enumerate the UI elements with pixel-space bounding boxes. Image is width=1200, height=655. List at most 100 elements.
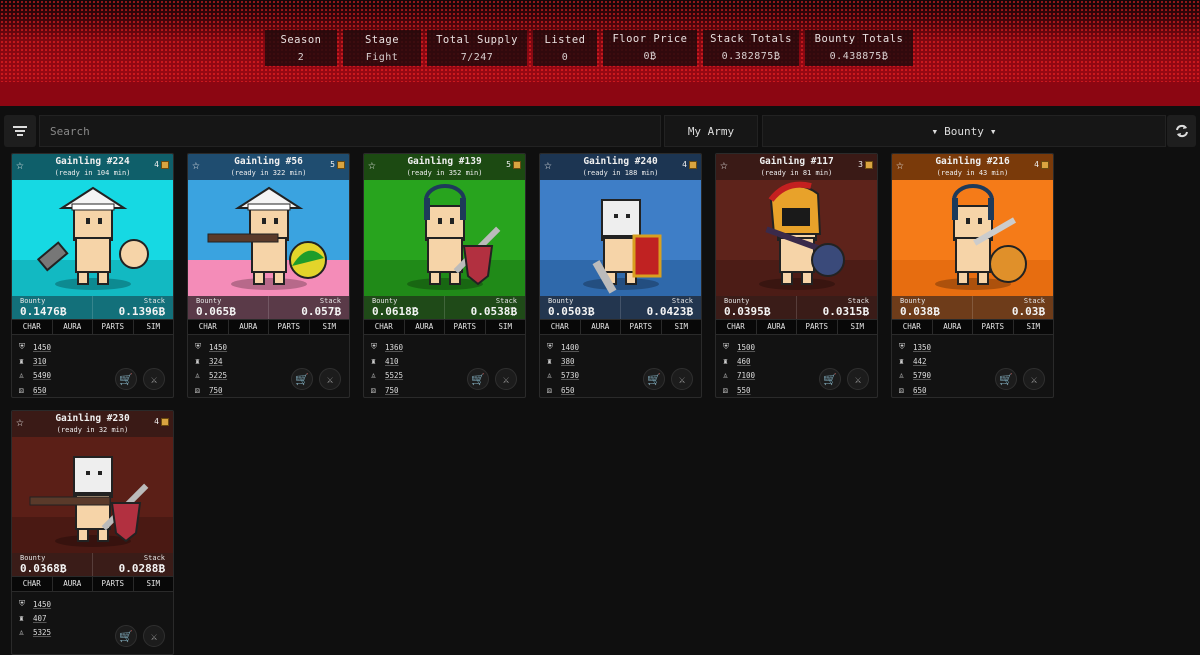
gainling-card[interactable]: ☆ Gainling #240 (ready in 188 min) 4 Bounty 0… [539, 153, 702, 398]
gainling-card[interactable]: ☆ Gainling #224 (ready in 104 min) 4 Bounty 0… [11, 153, 174, 398]
attribute-value[interactable]: 1360 [385, 343, 403, 352]
attribute-value[interactable]: 460 [737, 357, 751, 366]
battle-button[interactable]: ⚔ [671, 368, 693, 390]
tab-sim[interactable]: SIM [310, 320, 350, 334]
tab-sim[interactable]: SIM [838, 320, 878, 334]
attribute-value[interactable]: 750 [385, 386, 399, 395]
attribute-value[interactable]: 650 [913, 386, 927, 395]
attribute-value[interactable]: 7100 [737, 371, 755, 380]
attribute-value[interactable]: 550 [737, 386, 751, 395]
tab-sim[interactable]: SIM [662, 320, 702, 334]
attribute-value[interactable]: 650 [561, 386, 575, 395]
attribute-value[interactable]: 1450 [33, 600, 51, 609]
tab-aura[interactable]: AURA [933, 320, 973, 334]
search-input[interactable] [39, 115, 661, 147]
attribute-value[interactable]: 650 [33, 386, 47, 395]
tab-sim[interactable]: SIM [486, 320, 526, 334]
card-actions: 🛒 ⚔ [115, 368, 165, 390]
tab-char[interactable]: CHAR [540, 320, 581, 334]
gainling-card[interactable]: ☆ Gainling #216 (ready in 43 min) 4 Bounty 0.… [891, 153, 1054, 398]
tab-char[interactable]: CHAR [12, 320, 53, 334]
level-badge: 3 [858, 160, 873, 169]
cart-button[interactable]: 🛒 [291, 368, 313, 390]
tab-char[interactable]: CHAR [716, 320, 757, 334]
attribute-value[interactable]: 5490 [33, 371, 51, 380]
tab-aura[interactable]: AURA [405, 320, 445, 334]
tab-parts[interactable]: PARTS [797, 320, 838, 334]
tab-sim[interactable]: SIM [134, 320, 174, 334]
gainling-card[interactable]: ☆ Gainling #230 (ready in 32 min) 4 Bounty 0.… [11, 410, 174, 655]
battle-button[interactable]: ⚔ [319, 368, 341, 390]
card-tabs: CHAR AURA PARTS SIM [364, 319, 525, 335]
filter-button[interactable] [4, 115, 36, 147]
attribute-row: ♜ 410 [371, 354, 403, 368]
filter-icon [13, 126, 27, 136]
tab-sim[interactable]: SIM [1014, 320, 1054, 334]
battle-button[interactable]: ⚔ [495, 368, 517, 390]
bounty-block: Bounty 0.0618₿ [364, 296, 444, 319]
attribute-value[interactable]: 324 [209, 357, 223, 366]
attribute-value[interactable]: 750 [209, 386, 223, 395]
tab-aura[interactable]: AURA [581, 320, 621, 334]
attribute-value[interactable]: 1450 [209, 343, 227, 352]
attribute-value[interactable]: 1500 [737, 343, 755, 352]
attribute-value[interactable]: 1350 [913, 343, 931, 352]
attribute-value[interactable]: 1450 [33, 343, 51, 352]
sort-select[interactable]: ▾ Bounty ▾ [762, 115, 1166, 147]
tab-char[interactable]: CHAR [892, 320, 933, 334]
attribute-value[interactable]: 407 [33, 614, 47, 623]
tab-parts[interactable]: PARTS [445, 320, 486, 334]
tab-aura[interactable]: AURA [53, 577, 93, 591]
tab-aura[interactable]: AURA [229, 320, 269, 334]
cart-button[interactable]: 🛒 [115, 625, 137, 647]
tab-parts[interactable]: PARTS [269, 320, 310, 334]
bounty-label: Bounty [196, 297, 222, 305]
attribute-value[interactable]: 5225 [209, 371, 227, 380]
tooth-icon: ♜ [899, 357, 904, 367]
gainling-card[interactable]: ☆ Gainling #117 (ready in 81 min) 3 Bounty 0.… [715, 153, 878, 398]
battle-button[interactable]: ⚔ [847, 368, 869, 390]
battle-button[interactable]: ⚔ [143, 368, 165, 390]
attribute-value[interactable]: 5525 [385, 371, 403, 380]
power-icon: ♙ [19, 628, 24, 638]
tab-char[interactable]: CHAR [364, 320, 405, 334]
attribute-value[interactable]: 380 [561, 357, 575, 366]
tab-parts[interactable]: PARTS [93, 320, 134, 334]
attribute-value[interactable]: 1400 [561, 343, 579, 352]
refresh-button[interactable] [1167, 115, 1196, 147]
my-army-button[interactable]: My Army [664, 115, 758, 147]
card-tabs: CHAR AURA PARTS SIM [12, 319, 173, 335]
cart-button[interactable]: 🛒 [643, 368, 665, 390]
level-badge: 4 [1034, 160, 1049, 169]
tooth-icon: ♜ [547, 357, 552, 367]
gainling-card[interactable]: ☆ Gainling #56 (ready in 322 min) 5 Bounty 0.… [187, 153, 350, 398]
card-attributes: ⛨ 1400 ♜ 380 ♙ 5730 ⚄ 650 [547, 340, 579, 397]
tab-char[interactable]: CHAR [188, 320, 229, 334]
attribute-value[interactable]: 442 [913, 357, 927, 366]
cart-button[interactable]: 🛒 [995, 368, 1017, 390]
tab-char[interactable]: CHAR [12, 577, 53, 591]
bounty-value: 0.0395₿ [724, 305, 771, 318]
card-art [188, 180, 349, 296]
attribute-value[interactable]: 310 [33, 357, 47, 366]
gainling-card[interactable]: ☆ Gainling #139 (ready in 352 min) 5 Bounty 0… [363, 153, 526, 398]
cart-button[interactable]: 🛒 [467, 368, 489, 390]
tab-aura[interactable]: AURA [757, 320, 797, 334]
stat-value: 0 [561, 51, 569, 63]
attribute-value[interactable]: 5325 [33, 628, 51, 637]
tab-parts[interactable]: PARTS [973, 320, 1014, 334]
attribute-row: ♜ 442 [899, 354, 931, 368]
tab-aura[interactable]: AURA [53, 320, 93, 334]
attribute-value[interactable]: 5790 [913, 371, 931, 380]
cart-button[interactable]: 🛒 [819, 368, 841, 390]
character-art [892, 180, 1053, 296]
tab-sim[interactable]: SIM [134, 577, 174, 591]
battle-button[interactable]: ⚔ [1023, 368, 1045, 390]
attribute-value[interactable]: 410 [385, 357, 399, 366]
tab-parts[interactable]: PARTS [621, 320, 662, 334]
attribute-value[interactable]: 5730 [561, 371, 579, 380]
tab-parts[interactable]: PARTS [93, 577, 134, 591]
battle-button[interactable]: ⚔ [143, 625, 165, 647]
card-values: Bounty 0.0503₿ Stack 0.0423₿ [540, 296, 701, 319]
cart-button[interactable]: 🛒 [115, 368, 137, 390]
